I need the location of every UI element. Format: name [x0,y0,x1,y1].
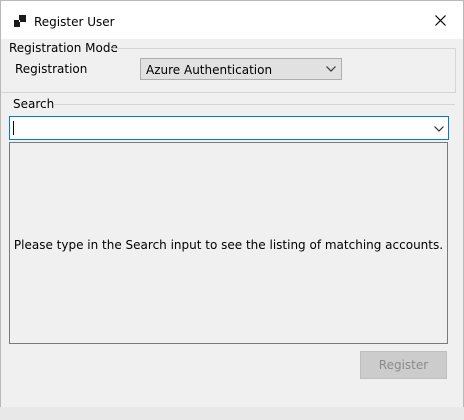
registration-mode-selected-value: Azure Authentication [146,63,273,77]
chevron-down-icon [326,66,336,72]
title-bar: Register User [1,1,463,39]
registration-mode-group-border [111,48,455,49]
window-title: Register User [34,15,115,29]
chevron-down-icon[interactable] [434,125,444,133]
search-group-border [53,104,455,105]
search-input[interactable] [9,116,449,140]
text-caret [13,121,14,135]
registration-mode-dropdown[interactable]: Azure Authentication [140,58,342,80]
app-icon [14,15,26,27]
registration-mode-group-border-right [455,48,456,92]
registration-field-label: Registration [15,62,88,76]
register-button[interactable]: Register [360,351,447,379]
matching-accounts-list[interactable]: Please type in the Search input to see t… [9,142,448,344]
search-group-label: Search [13,97,55,111]
close-icon [434,14,446,26]
registration-mode-group-label: Registration Mode [9,41,118,55]
empty-list-hint: Please type in the Search input to see t… [13,238,444,252]
close-button[interactable] [417,1,463,39]
register-user-dialog: Register User Registration Mode Registra… [0,0,464,407]
registration-mode-group-border-bottom [1,92,456,93]
